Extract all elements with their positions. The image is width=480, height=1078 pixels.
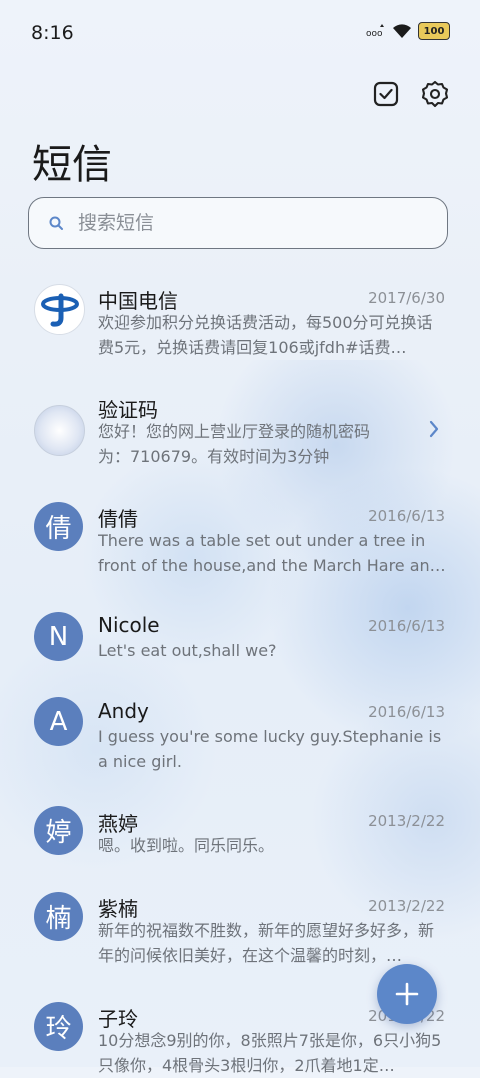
data-indicator-icon: ooo: [366, 24, 384, 38]
conversation-preview: 10分想念9别的你，8张照片7张是你，6只小狗5只像你，4根骨头3根归你，2爪着…: [98, 1031, 442, 1075]
conversation-date: 2017/6/30: [368, 289, 445, 307]
conversation-preview: 嗯。收到啦。同乐同乐。: [98, 836, 275, 855]
conversation-date: 2016/6/13: [368, 703, 445, 721]
avatar: 楠: [34, 892, 83, 941]
status-time: 8:16: [31, 22, 74, 44]
checkbox-icon: [373, 81, 399, 107]
page-title: 短信: [32, 142, 112, 188]
conversation-name: Nicole: [98, 613, 160, 637]
conversation-preview: Let's eat out,shall we?: [98, 641, 277, 660]
search-box[interactable]: [28, 197, 448, 249]
compose-button[interactable]: [377, 964, 437, 1024]
conversation-preview: I guess you're some lucky guy.Stephanie …: [98, 727, 442, 771]
conversation-date: 2013/2/22: [368, 812, 445, 830]
conversation-date: 2016/6/13: [368, 617, 445, 635]
avatar: N: [34, 612, 83, 661]
svg-text:ooo: ooo: [366, 29, 383, 38]
chevron-right-icon: [429, 420, 439, 438]
settings-button[interactable]: [419, 78, 451, 110]
avatar: 倩: [34, 502, 83, 551]
china-telecom-logo-avatar: [34, 284, 85, 335]
conversation-preview: 新年的祝福数不胜数，新年的愿望好多好多，新年的问候依旧美好，在这个温馨的时刻，…: [98, 921, 435, 965]
search-icon: [49, 216, 63, 230]
avatar: 玲: [34, 1002, 83, 1051]
battery-icon: 100: [418, 22, 450, 40]
status-bar: 8:16 ooo 100: [0, 0, 480, 66]
conversation-preview: There was a table set out under a tree i…: [98, 531, 446, 575]
conversation-preview: 您好！您的网上营业厅登录的随机密码为：710679。有效时间为3分钟: [98, 422, 371, 466]
conversation-name: Andy: [98, 699, 149, 723]
conversation-preview: 欢迎参加积分兑换话费活动，每500分可兑换话费5元，兑换话费请回复106或jfd…: [98, 313, 433, 357]
porcelain-image-avatar: [34, 405, 85, 456]
conversation-date: 2013/2/22: [368, 897, 445, 915]
select-mode-button[interactable]: [370, 78, 402, 110]
battery-level: 100: [423, 25, 445, 37]
conversation-date: 2016/6/13: [368, 507, 445, 525]
gear-icon: [421, 80, 449, 108]
avatar: A: [34, 697, 83, 746]
status-icons: ooo 100: [366, 22, 450, 40]
avatar: 婷: [34, 806, 83, 855]
china-telecom-logo-icon: [40, 293, 79, 327]
plus-icon: [395, 982, 419, 1006]
search-input[interactable]: [76, 211, 410, 235]
wifi-icon: [393, 23, 411, 38]
